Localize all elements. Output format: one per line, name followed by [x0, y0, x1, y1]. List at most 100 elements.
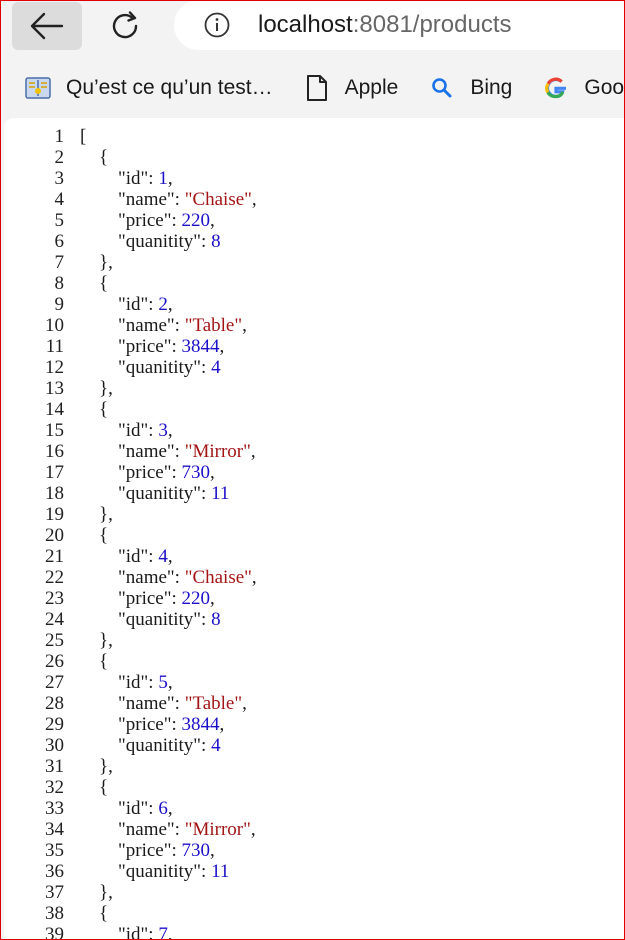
json-punctuation: "quanitity":	[80, 609, 212, 630]
line-text: "quanitity": 11	[80, 483, 229, 504]
json-punctuation: },	[80, 630, 113, 651]
json-punctuation: "price":	[80, 336, 182, 357]
info-icon[interactable]	[204, 12, 230, 38]
back-button[interactable]	[12, 2, 82, 50]
line-text: {	[80, 147, 108, 168]
line-number: 28	[45, 693, 64, 714]
line-number: 14	[45, 399, 64, 420]
line-text: "quanitity": 8	[80, 609, 221, 630]
json-punctuation: },	[80, 378, 113, 399]
json-number: 730	[181, 462, 211, 483]
json-punctuation: "price":	[80, 462, 182, 483]
address-bar[interactable]: localhost:8081/products	[174, 0, 625, 50]
line-text: {	[80, 273, 108, 294]
json-punctuation: [	[80, 126, 87, 147]
json-punctuation: ,	[250, 819, 256, 840]
line-number: 13	[45, 378, 64, 399]
line-number: 23	[45, 588, 64, 609]
json-string: "Chaise"	[184, 567, 252, 588]
book-icon	[24, 74, 52, 102]
json-punctuation: "quanitity":	[80, 357, 212, 378]
line-number: 6	[54, 231, 65, 252]
arrow-left-icon	[30, 12, 64, 40]
json-punctuation: ,	[210, 588, 215, 609]
reload-button[interactable]	[90, 2, 160, 50]
json-number: 8	[211, 609, 221, 630]
google-icon	[542, 74, 570, 102]
json-punctuation: "quanitity":	[80, 861, 212, 882]
json-number: 2	[158, 294, 168, 315]
line-text: "quanitity": 4	[80, 735, 221, 756]
url-path: :8081/products	[352, 11, 512, 38]
line-text: },	[80, 756, 113, 777]
line-text: "price": 3844,	[80, 336, 224, 357]
json-number: 3	[158, 420, 168, 441]
line-number: 38	[45, 903, 64, 924]
line-number: 4	[54, 189, 65, 210]
json-punctuation: "id":	[80, 924, 159, 940]
line-number: 29	[45, 714, 64, 735]
line-text: },	[80, 252, 113, 273]
line-text: {	[80, 777, 108, 798]
json-number: 3844	[181, 336, 220, 357]
line-number: 10	[45, 315, 64, 336]
line-number: 26	[45, 651, 64, 672]
line-text: {	[80, 903, 108, 924]
bookmark-test[interactable]: Qu’est ce qu’un test…	[24, 68, 273, 108]
line-number: 32	[45, 777, 64, 798]
line-text: "id": 6,	[80, 798, 173, 819]
bookmark-label: Goog	[584, 76, 625, 99]
json-punctuation: {	[80, 903, 109, 924]
line-number: 1	[54, 126, 65, 147]
line-text: "id": 3,	[80, 420, 173, 441]
json-punctuation: "name":	[80, 315, 185, 336]
bookmark-label: Bing	[470, 76, 513, 99]
json-punctuation: ,	[219, 336, 225, 357]
json-number: 1	[158, 168, 168, 189]
bookmark-apple[interactable]: Apple	[303, 68, 399, 108]
json-punctuation: ,	[167, 672, 173, 693]
line-number: 12	[45, 357, 64, 378]
json-punctuation: ,	[210, 462, 215, 483]
line-text: {	[80, 651, 108, 672]
json-punctuation: "price":	[80, 840, 182, 861]
bookmark-label: Apple	[344, 76, 399, 99]
line-text: "name": "Table",	[80, 315, 247, 336]
json-punctuation: {	[80, 525, 109, 546]
json-punctuation: "id":	[80, 168, 159, 189]
line-text: "price": 730,	[80, 462, 215, 483]
file-icon	[303, 74, 331, 102]
json-number: 11	[211, 483, 230, 504]
json-punctuation: "id":	[80, 798, 159, 819]
line-number: 2	[54, 147, 65, 168]
line-number: 39	[45, 924, 64, 940]
json-punctuation: {	[80, 399, 109, 420]
json-string: "Mirror"	[184, 441, 251, 462]
json-punctuation: ,	[251, 189, 257, 210]
url-host: localhost	[258, 11, 353, 38]
line-text: "price": 730,	[80, 840, 215, 861]
line-number: 33	[45, 798, 64, 819]
json-number: 6	[158, 798, 168, 819]
json-punctuation: "name":	[80, 441, 185, 462]
line-text: "price": 220,	[80, 210, 215, 231]
line-text: },	[80, 882, 113, 903]
json-punctuation: ,	[167, 168, 173, 189]
json-punctuation: "price":	[80, 210, 182, 231]
reload-icon	[112, 11, 138, 39]
url-text[interactable]: localhost:8081/products	[258, 11, 512, 39]
line-text: "name": "Chaise",	[80, 189, 257, 210]
json-number: 220	[181, 588, 211, 609]
line-text: "id": 2,	[80, 294, 173, 315]
json-number: 8	[211, 231, 221, 252]
json-punctuation: "price":	[80, 714, 182, 735]
line-text: "name": "Table",	[80, 693, 247, 714]
line-number: 21	[45, 546, 64, 567]
bookmark-bing[interactable]: Bing	[428, 68, 512, 108]
line-text: "id": 5,	[80, 672, 173, 693]
json-punctuation: "id":	[80, 294, 159, 315]
bookmark-google[interactable]: Goog	[542, 68, 625, 108]
line-number: 20	[45, 525, 64, 546]
json-punctuation: "price":	[80, 588, 182, 609]
json-punctuation: ,	[242, 315, 247, 336]
